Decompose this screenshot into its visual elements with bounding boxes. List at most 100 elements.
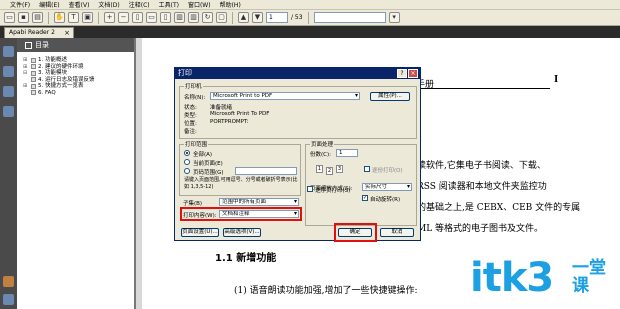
library-panel-icon[interactable] (3, 294, 14, 305)
help-icon[interactable]: ? (397, 69, 407, 78)
header-rule (400, 88, 550, 89)
dialog-title-bar: 打印 ? × (175, 68, 420, 79)
scaling-select[interactable]: 实际尺寸 (362, 183, 412, 191)
handling-group-label: 页面处理 (310, 140, 335, 148)
collate-label: 逐份打印(O) (372, 168, 403, 174)
bookmark-panel-icon[interactable] (3, 46, 14, 57)
where-label: 位置: (184, 121, 197, 127)
subset-label: 子集(B) (183, 201, 203, 207)
fit-page-icon[interactable]: ▯ (132, 12, 143, 23)
toc-header: 目录 (17, 38, 134, 52)
range-pages-radio[interactable] (184, 168, 190, 174)
zoom-out-icon[interactable]: − (118, 12, 129, 23)
two-page-icon[interactable]: ▥ (188, 12, 199, 23)
comment-label: 备注: (184, 129, 197, 135)
autorotate-checkbox[interactable]: ✓ (362, 195, 368, 201)
properties-button[interactable]: 属性(P)... (370, 92, 410, 101)
collate-page-icon: 2 (326, 167, 333, 175)
zoom-in-icon[interactable]: + (104, 12, 115, 23)
copies-label: 份数(C): (310, 152, 331, 158)
continuous-icon[interactable]: ▥ (174, 12, 185, 23)
single-page-icon[interactable]: ▯ (160, 12, 171, 23)
fit-width-icon[interactable]: ▭ (146, 12, 157, 23)
status-value: 准备就绪 (210, 105, 233, 111)
thumbnail-panel-icon[interactable] (3, 66, 14, 77)
collate-checkbox[interactable] (364, 166, 370, 172)
toolbar-separator (232, 11, 233, 24)
select-text-icon[interactable]: T (68, 12, 79, 23)
name-label: 名称(N): (184, 95, 206, 101)
open-icon[interactable]: ▭ (4, 12, 15, 23)
tab-bar: Apabi Reader 2 × (0, 26, 620, 38)
menu-window[interactable]: 窗口(W) (188, 0, 211, 9)
collapse-icon[interactable]: ⊟ (23, 70, 29, 77)
tab-close-icon[interactable]: × (64, 28, 70, 38)
toc-page-icon (31, 90, 36, 96)
body-line: RSS 阅读器和本地文件夹监控功 (417, 182, 547, 192)
toc-title: 目录 (35, 41, 49, 49)
toc-page-icon (31, 64, 36, 70)
page-setup-button[interactable]: 页面设置(U)... (181, 228, 219, 237)
highlight-box (334, 223, 377, 242)
page-range-input[interactable] (235, 167, 297, 175)
next-page-icon[interactable]: ▼ (252, 12, 263, 23)
tab-title: Apabi Reader 2 (9, 29, 55, 36)
page-header-number: I (554, 75, 559, 85)
range-all-label: 全部(A) (193, 152, 213, 158)
menu-file[interactable]: 文件(F) (10, 0, 30, 9)
print-icon[interactable]: ▤ (32, 12, 43, 23)
range-group-label: 打印范围 (184, 140, 209, 148)
where-value: PORTPROMPT: (210, 119, 249, 125)
previous-page-icon[interactable]: ▲ (238, 12, 249, 23)
rss-panel-icon[interactable] (3, 276, 14, 287)
collate-page-icon: 1 (316, 165, 323, 173)
menu-tools[interactable]: 工具(T) (159, 0, 179, 9)
watermark-side-text: 一堂课 (572, 258, 606, 296)
subset-select[interactable]: 范围中的所有页面 (219, 198, 299, 206)
reverse-checkbox[interactable] (307, 186, 313, 192)
printer-select[interactable]: Microsoft Print to PDF (210, 92, 360, 100)
watermark-logo: itk3 (470, 255, 554, 301)
toolbar-separator (307, 11, 309, 24)
annotation-panel-icon[interactable] (3, 86, 14, 97)
page-number-input[interactable]: 1 (266, 12, 288, 23)
hand-tool-icon[interactable]: ✋ (54, 12, 65, 23)
attachment-panel-icon[interactable] (3, 106, 14, 117)
print-dialog: 打印 ? × 打印机 名称(N): Microsoft Print to PDF… (174, 67, 421, 242)
advanced-button[interactable]: 高级选项(V)... (223, 228, 261, 237)
menu-edit[interactable]: 编辑(E) (39, 0, 59, 9)
reverse-label: 逆序页打印(S) (315, 188, 351, 194)
toc-item[interactable]: 6. FAQ (23, 90, 134, 97)
range-hint: 请键入页面范围,可用逗号、分号或者破折号表示(比如 1,3,5-12) (184, 177, 298, 190)
print-range-group: 打印范围 全部(A) 当前页面(E) 页码范围(G) 请键入页面范围,可用逗号、… (179, 140, 301, 196)
rotate-icon[interactable]: ↻ (202, 12, 213, 23)
printer-group: 打印机 名称(N): Microsoft Print to PDF 属性(P).… (179, 82, 417, 139)
document-tab[interactable]: Apabi Reader 2 × (4, 27, 74, 38)
snapshot-icon[interactable]: ▣ (82, 12, 93, 23)
section-heading: 1.1 新增功能 (215, 253, 277, 264)
range-pages-label: 页码范围(G) (193, 170, 224, 176)
range-all-radio[interactable] (184, 150, 190, 156)
zoom-dropdown-icon[interactable]: ▾ (388, 12, 400, 23)
expand-icon[interactable]: ⊞ (23, 83, 29, 90)
copies-input[interactable]: 1 (336, 149, 358, 157)
dialog-title: 打印 (178, 69, 192, 77)
menu-bar: 文件(F) 编辑(E) 查看(V) 文档(D) 注释(C) 工具(T) 窗口(W… (0, 0, 620, 10)
zoom-select[interactable] (313, 12, 386, 23)
menu-view[interactable]: 查看(V) (69, 0, 90, 9)
fullscreen-icon[interactable]: ▢ (216, 12, 227, 23)
close-icon[interactable]: × (408, 69, 418, 78)
menu-help[interactable]: 帮助(H) (220, 0, 241, 9)
side-panel-strip (0, 38, 17, 309)
menu-document[interactable]: 文档(D) (98, 0, 119, 9)
toolbar-separator (98, 11, 99, 24)
type-value: Microsoft Print To PDF (210, 111, 270, 117)
body-line: 的基础之上,是 CEBX、CEB 文件的专属 (417, 203, 581, 213)
cancel-button[interactable]: 取消 (380, 228, 414, 237)
toolbar: ▭ ▪ ▤ ✋ T ▣ + − ▯ ▭ ▯ ▥ ▥ ↻ ▢ ▲ ▼ 1 / 53… (0, 10, 620, 26)
menu-comment[interactable]: 注释(C) (129, 0, 150, 9)
range-current-radio[interactable] (184, 159, 190, 165)
save-icon[interactable]: ▪ (18, 12, 29, 23)
printer-group-label: 打印机 (184, 82, 203, 90)
toolbar-separator (48, 11, 49, 24)
